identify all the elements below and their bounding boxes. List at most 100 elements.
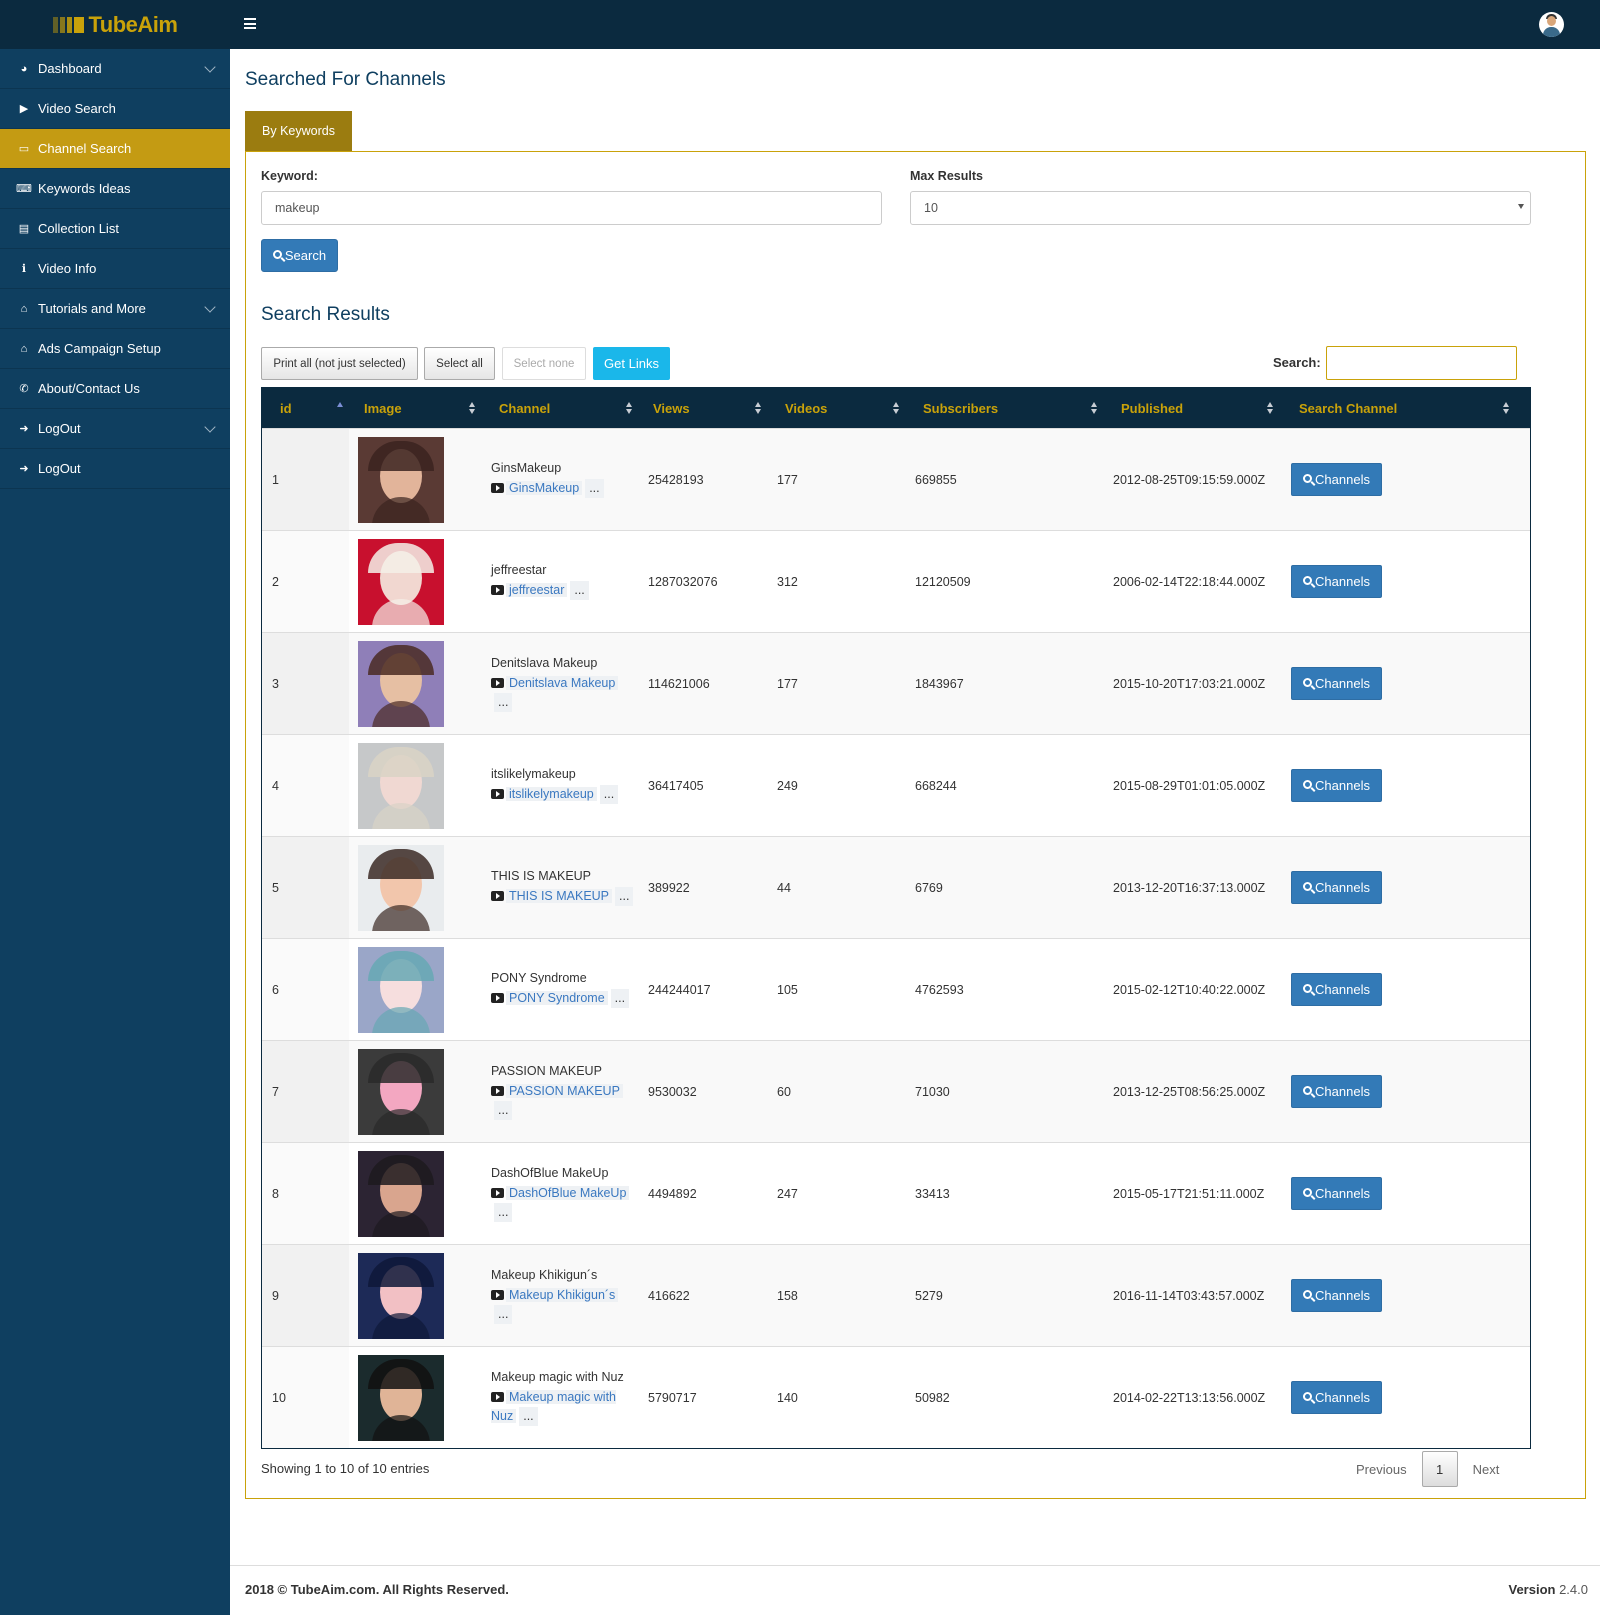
sidebar-item-about-contact-us[interactable]: ✆ About/Contact Us [0,369,230,409]
channels-button[interactable]: Channels [1291,1381,1382,1414]
table-row[interactable]: 2 jeffreestar jeffreestar... 1287032076 312 1… [262,530,1530,632]
sidebar-item-video-info[interactable]: ℹ Video Info [0,249,230,289]
channel-link-text[interactable]: Makeup Khikigun´s [506,1287,619,1302]
channel-link[interactable]: Makeup Khikigun´s... [491,1286,638,1324]
column-header-published[interactable]: Published [1103,388,1279,428]
channel-link[interactable]: PONY Syndrome... [491,989,630,1008]
channel-link[interactable]: Makeup magic with Nuz... [491,1388,638,1426]
column-header-image[interactable]: Image [349,388,481,428]
column-header-videos[interactable]: Videos [767,388,905,428]
more-button[interactable]: ... [494,1100,513,1120]
column-header-channel[interactable]: Channel [481,388,638,428]
channel-thumbnail[interactable] [358,538,444,625]
column-header-subscribers[interactable]: Subscribers [905,388,1103,428]
channel-link-text[interactable]: Makeup magic with Nuz [491,1389,616,1423]
select-all-button[interactable]: Select all [424,347,495,380]
channels-button[interactable]: Channels [1291,1075,1382,1108]
info-icon: ℹ [21,263,27,275]
table-row[interactable]: 6 PONY Syndrome PONY Syndrome... 244244017 1… [262,938,1530,1040]
channel-thumbnail[interactable] [358,1150,444,1237]
table-search-input[interactable] [1326,346,1517,380]
channel-thumbnail[interactable] [358,1354,444,1441]
youtube-icon [491,789,504,799]
more-button[interactable]: ... [585,479,604,498]
channel-link[interactable]: GinsMakeup... [491,479,604,498]
search-button[interactable]: Search [261,239,338,272]
sidebar-item-ads-campaign-setup[interactable]: ⌂ Ads Campaign Setup [0,329,230,369]
table-row[interactable]: 4 itslikelymakeup itslikelymakeup... 364174… [262,734,1530,836]
sidebar-item-keywords-ideas[interactable]: ⌨ Keywords Ideas [0,169,230,209]
channel-thumbnail[interactable] [358,742,444,829]
channel-link-text[interactable]: Denitslava Makeup [506,675,619,690]
column-header-search-channel[interactable]: Search Channel [1279,388,1529,428]
channel-link[interactable]: jeffreestar... [491,581,589,600]
channel-link[interactable]: THIS IS MAKEUP... [491,887,634,906]
channel-link-text[interactable]: DashOfBlue MakeUp [506,1185,630,1200]
channels-button[interactable]: Channels [1291,871,1382,904]
sidebar-item-logout[interactable]: ➜ LogOut [0,409,230,449]
more-button[interactable]: ... [494,1304,513,1324]
column-header-id[interactable]: id [262,388,349,428]
channel-link-text[interactable]: jeffreestar [506,583,568,597]
more-button[interactable]: ... [610,989,630,1008]
channel-thumbnail[interactable] [358,436,444,523]
more-button[interactable]: ... [615,887,634,906]
more-button[interactable]: ... [599,785,619,804]
table-row[interactable]: 5 THIS IS MAKEUP THIS IS MAKEUP... 389922 44… [262,836,1530,938]
channel-link[interactable]: Denitslava Makeup... [491,674,638,712]
channels-button[interactable]: Channels [1291,463,1382,496]
channel-thumbnail[interactable] [358,1252,444,1339]
channel-link-text[interactable]: GinsMakeup [506,481,583,495]
channel-link-text[interactable]: PASSION MAKEUP [506,1083,623,1098]
previous-page-button[interactable]: Previous [1356,1462,1407,1477]
more-button[interactable]: ... [494,1202,513,1222]
table-row[interactable]: 10 Makeup magic with Nuz Makeup magic with… [262,1346,1530,1448]
channel-thumbnail[interactable] [358,1048,444,1135]
views-value: 4494892 [648,1186,697,1201]
channels-button[interactable]: Channels [1291,1177,1382,1210]
table-row[interactable]: 7 PASSION MAKEUP PASSION MAKEUP... 9530032 6… [262,1040,1530,1142]
table-row[interactable]: 9 Makeup Khikigun´s Makeup Khikigun´s... 41… [262,1244,1530,1346]
channel-link[interactable]: PASSION MAKEUP... [491,1082,638,1120]
channels-button-label: Channels [1315,778,1370,793]
channel-link-text[interactable]: THIS IS MAKEUP [506,889,613,903]
hamburger-menu-icon[interactable] [244,18,256,29]
table-row[interactable]: 8 DashOfBlue MakeUp DashOfBlue MakeUp... 44… [262,1142,1530,1244]
channel-link[interactable]: DashOfBlue MakeUp... [491,1184,638,1222]
more-button[interactable]: ... [570,581,589,600]
sidebar-item-channel-search[interactable]: ▭ Channel Search [0,129,230,169]
next-page-button[interactable]: Next [1473,1462,1500,1477]
channel-thumbnail[interactable] [358,946,444,1033]
keyword-input[interactable]: makeup [261,191,882,225]
videos-value: 312 [777,574,798,589]
channel-link-text[interactable]: itslikelymakeup [506,787,597,801]
sidebar-item-tutorials-and-more[interactable]: ⌂ Tutorials and More [0,289,230,329]
get-links-button[interactable]: Get Links [593,347,670,380]
select-none-button[interactable]: Select none [502,347,586,380]
more-button[interactable]: ... [494,692,513,712]
entries-info: Showing 1 to 10 of 10 entries [261,1461,430,1476]
channel-link[interactable]: itslikelymakeup... [491,785,619,804]
table-row[interactable]: 1 GinsMakeup GinsMakeup... 25428193 177 66985… [262,428,1530,530]
column-header-views[interactable]: Views [638,388,767,428]
channels-button[interactable]: Channels [1291,565,1382,598]
channel-thumbnail[interactable] [358,844,444,931]
max-results-select[interactable]: 10 [910,191,1531,225]
sidebar-item-logout[interactable]: ➜ LogOut [0,449,230,489]
page-1-button[interactable]: 1 [1421,1451,1458,1487]
more-button[interactable]: ... [519,1406,538,1426]
table-row[interactable]: 3 Denitslava Makeup Denitslava Makeup... 11… [262,632,1530,734]
channel-thumbnail[interactable] [358,640,444,727]
sidebar-item-video-search[interactable]: ▶ Video Search [0,89,230,129]
print-all-button[interactable]: Print all (not just selected) [261,347,418,380]
logo[interactable]: TubeAim [0,0,230,49]
channel-link-text[interactable]: PONY Syndrome [506,991,608,1005]
channels-button[interactable]: Channels [1291,769,1382,802]
channels-button[interactable]: Channels [1291,1279,1382,1312]
sidebar-item-dashboard[interactable]: ◕ Dashboard [0,49,230,89]
channels-button[interactable]: Channels [1291,973,1382,1006]
user-avatar[interactable] [1539,12,1564,37]
tab-by-keywords[interactable]: By Keywords [245,111,352,151]
channels-button[interactable]: Channels [1291,667,1382,700]
sidebar-item-collection-list[interactable]: ▤ Collection List [0,209,230,249]
